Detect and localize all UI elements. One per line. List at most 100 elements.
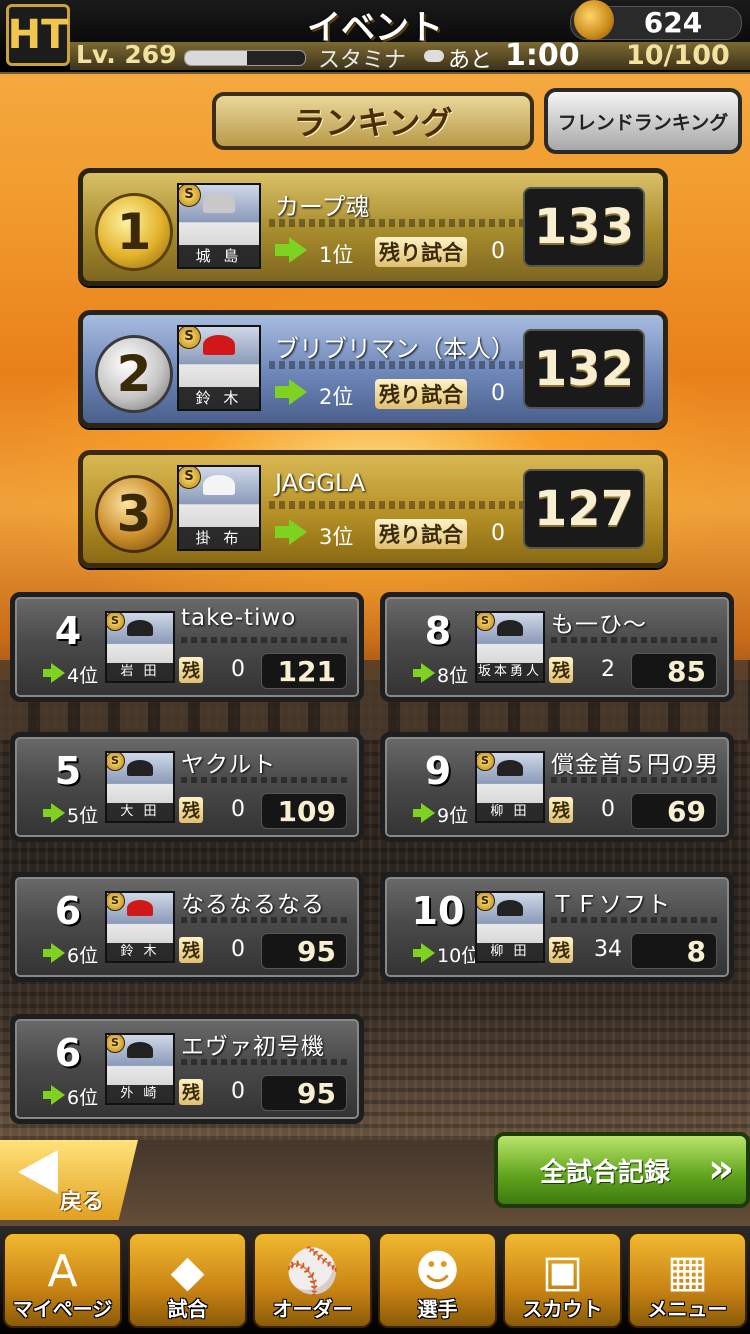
rank-arrow-icon	[43, 943, 65, 963]
ranking-row-1[interactable]: 1S 城 島 カープ魂 1位 残り試合 0 133	[78, 168, 668, 286]
nav-item[interactable]: ▣ スカウト	[503, 1232, 622, 1328]
nav-item-icon: ▣	[541, 1246, 584, 1297]
remaining-games-value: 2	[601, 657, 615, 682]
player-avatar: S 柳 田	[475, 751, 545, 823]
player-cap	[126, 759, 154, 777]
rank-arrow-icon	[43, 803, 65, 823]
nav-item[interactable]: ⚾ オーダー	[253, 1232, 372, 1328]
divider	[551, 637, 721, 643]
player-avatar: S 岩 田	[105, 611, 175, 683]
nav-item[interactable]: ▦ メニュー	[628, 1232, 747, 1328]
s-rank-badge-icon: S	[179, 185, 201, 207]
remaining-games-value: 0	[231, 657, 245, 682]
ranking-row[interactable]: 8 8位 S 坂本勇人 も一ひ～ 残 2 85	[380, 592, 734, 702]
ranking-row[interactable]: 6 6位 S 外 崎 エヴァ初号機残 0 95	[10, 1014, 364, 1124]
remaining-games-label: 残	[549, 937, 573, 963]
player-card-name: 柳 田	[477, 943, 543, 961]
ranking-row[interactable]: 9 9位 S 柳 田 償金首５円の男残 0 69	[380, 732, 734, 842]
score-value: 69	[631, 793, 717, 829]
time-remaining-label: あと	[448, 48, 493, 73]
player-card-name: 坂本勇人	[477, 663, 543, 681]
stamina-bar	[424, 50, 444, 62]
remaining-games-label: 残	[179, 657, 203, 683]
s-rank-badge-icon: S	[107, 753, 125, 771]
ranking-row[interactable]: 4 4位 S 岩 田 take-tiwo 残 0 121	[10, 592, 364, 702]
rank-arrow-icon	[413, 943, 435, 963]
exp-progress-bar	[184, 50, 306, 66]
divider	[269, 361, 533, 369]
all-records-button[interactable]: 全試合記録 »	[494, 1132, 750, 1208]
player-cap	[203, 193, 235, 213]
previous-rank: 10位	[437, 945, 481, 967]
previous-rank: 8位	[437, 665, 469, 687]
player-avatar: S 坂本勇人	[475, 611, 545, 683]
remaining-games-value: 0	[231, 1079, 245, 1104]
ranking-row-2[interactable]: 2S 鈴 木 ブリブリマン（本人） 2位 残り試合 0 132	[78, 310, 668, 428]
rank-arrow-icon	[275, 519, 307, 545]
tab-friend-ranking[interactable]: フレンドランキング	[544, 88, 742, 154]
nav-item-icon: ⚾	[285, 1246, 340, 1297]
player-avatar: S 柳 田	[475, 891, 545, 963]
s-rank-badge-icon: S	[179, 467, 201, 489]
divider	[551, 917, 721, 923]
remaining-games-value: 0	[231, 797, 245, 822]
previous-rank: 3位	[319, 525, 354, 549]
remaining-games-label: 残	[179, 797, 203, 823]
player-card-name: 岩 田	[107, 663, 173, 681]
s-rank-badge-icon: S	[179, 327, 201, 349]
player-card-name: 鈴 木	[107, 943, 173, 961]
nav-item[interactable]: ☻ 選手	[378, 1232, 497, 1328]
stamina-timer: 1:00	[505, 38, 580, 73]
player-name: JAGGLA	[275, 469, 366, 497]
s-rank-badge-icon: S	[107, 1035, 125, 1053]
player-level: Lv. 269	[76, 40, 177, 69]
player-avatar: S 鈴 木	[177, 325, 261, 411]
ranking-row[interactable]: 6 6位 S 鈴 木 なるなるなる残 0 95	[10, 872, 364, 982]
player-name: カープ魂	[275, 193, 370, 221]
team-logo-icon[interactable]: HT	[6, 4, 70, 66]
remaining-games-label: 残	[179, 937, 203, 963]
player-cap	[126, 1041, 154, 1059]
ranking-row[interactable]: 10 10位 S 柳 田 ＴＦソフト残 34 8	[380, 872, 734, 982]
rank-number: 4	[54, 609, 82, 653]
rank-number: 9	[424, 749, 452, 793]
rank-medal-icon: 1	[95, 193, 173, 271]
stamina-value: 10/100	[626, 40, 730, 71]
score-value: 127	[523, 469, 645, 549]
bottom-nav: A マイページ ◆ 試合 ⚾ オーダー ☻ 選手 ▣ スカウト ▦ メニュー	[0, 1226, 750, 1334]
tab-ranking[interactable]: ランキング	[212, 92, 534, 150]
nav-item-label: スカウト	[522, 1297, 603, 1321]
player-name: エヴァ初号機	[181, 1034, 325, 1060]
back-button[interactable]: 戻る	[0, 1140, 138, 1220]
player-cap	[126, 899, 154, 917]
player-name: take-tiwo	[181, 605, 297, 631]
player-avatar: S 外 崎	[105, 1033, 175, 1105]
player-card-name: 城 島	[179, 245, 259, 267]
player-cap	[203, 335, 235, 355]
remaining-games-label: 残り試合	[375, 519, 467, 549]
s-rank-badge-icon: S	[107, 893, 125, 911]
rank-medal-icon: 3	[95, 475, 173, 553]
player-name: ブリブリマン（本人）	[275, 335, 515, 363]
player-card-name: 柳 田	[477, 803, 543, 821]
nav-item-label: オーダー	[272, 1297, 353, 1321]
previous-rank: 6位	[67, 1087, 99, 1109]
exp-progress-fill	[185, 51, 248, 65]
ranking-row-3[interactable]: 3S 掛 布 JAGGLA 3位 残り試合 0 127	[78, 450, 668, 568]
remaining-games-value: 0	[231, 937, 245, 962]
ranking-row[interactable]: 5 5位 S 大 田 ヤクルト残 0 109	[10, 732, 364, 842]
remaining-games-value: 0	[601, 797, 615, 822]
remaining-games-value: 0	[491, 239, 505, 264]
player-card-name: 外 崎	[107, 1085, 173, 1103]
remaining-games-value: 0	[491, 381, 505, 406]
remaining-games-label: 残	[549, 797, 573, 823]
rank-arrow-icon	[275, 237, 307, 263]
player-card-name: 大 田	[107, 803, 173, 821]
rank-number: 6	[54, 1031, 82, 1075]
nav-item[interactable]: A マイページ	[3, 1232, 122, 1328]
divider	[181, 1059, 351, 1065]
nav-item[interactable]: ◆ 試合	[128, 1232, 247, 1328]
rank-medal-icon: 2	[95, 335, 173, 413]
player-cap	[203, 475, 235, 495]
stamina-label: スタミナ	[318, 48, 407, 73]
